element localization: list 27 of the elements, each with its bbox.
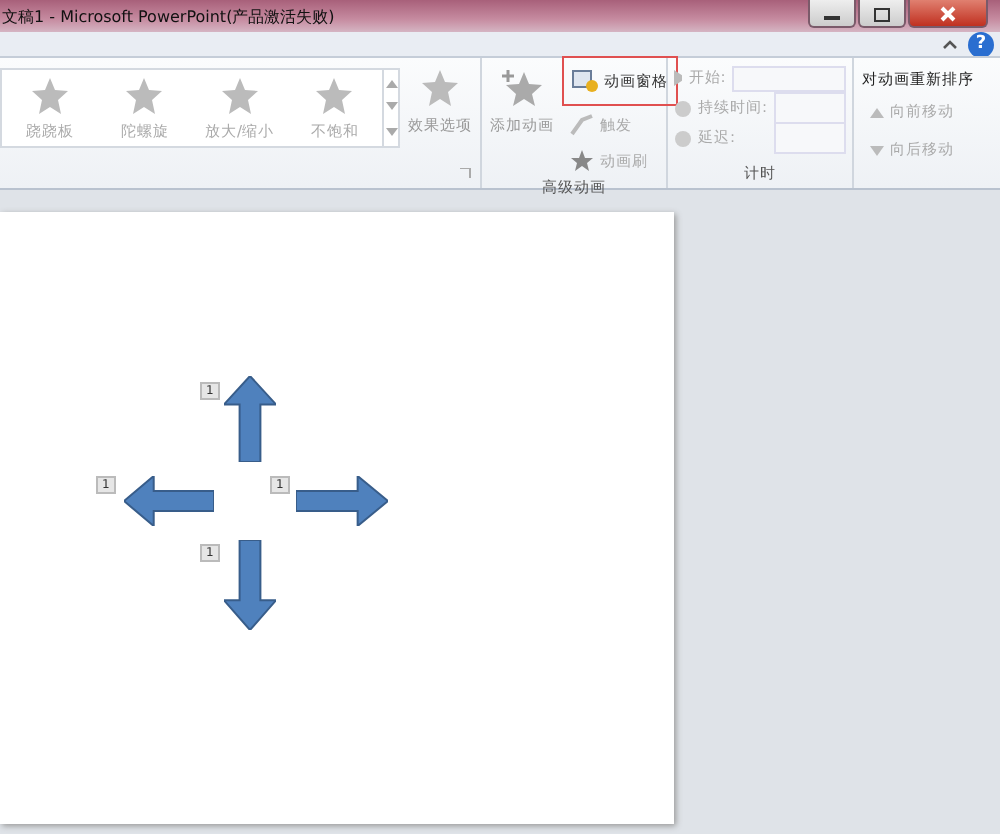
- trigger-icon: [570, 114, 594, 136]
- star-icon: [29, 76, 70, 116]
- close-button[interactable]: [908, 0, 988, 28]
- block-arrow[interactable]: [224, 376, 276, 462]
- star-icon: [570, 150, 594, 172]
- block-arrow[interactable]: [296, 476, 388, 526]
- up-triangle-icon: [870, 107, 884, 117]
- window-title: 文稿1 - Microsoft PowerPoint(产品激活失败): [0, 5, 335, 27]
- star-icon: [124, 76, 165, 116]
- restore-button[interactable]: [858, 0, 906, 28]
- block-arrow[interactable]: [224, 540, 276, 630]
- start-dropdown[interactable]: [731, 65, 846, 91]
- help-button[interactable]: ?: [968, 31, 994, 57]
- collapse-ribbon-icon[interactable]: [942, 38, 958, 50]
- star-icon: [219, 76, 260, 116]
- star-icon: [420, 68, 460, 108]
- delay-field[interactable]: [774, 122, 846, 154]
- down-triangle-icon: [870, 145, 884, 155]
- close-icon: [938, 5, 958, 21]
- duration-field[interactable]: [774, 92, 846, 124]
- play-icon: [674, 70, 683, 86]
- block-arrow[interactable]: [124, 476, 214, 526]
- add-star-icon: [500, 68, 544, 108]
- star-icon: [314, 76, 355, 116]
- restore-icon: [872, 5, 892, 21]
- minimize-button[interactable]: [808, 0, 856, 28]
- pane-icon: [572, 70, 598, 92]
